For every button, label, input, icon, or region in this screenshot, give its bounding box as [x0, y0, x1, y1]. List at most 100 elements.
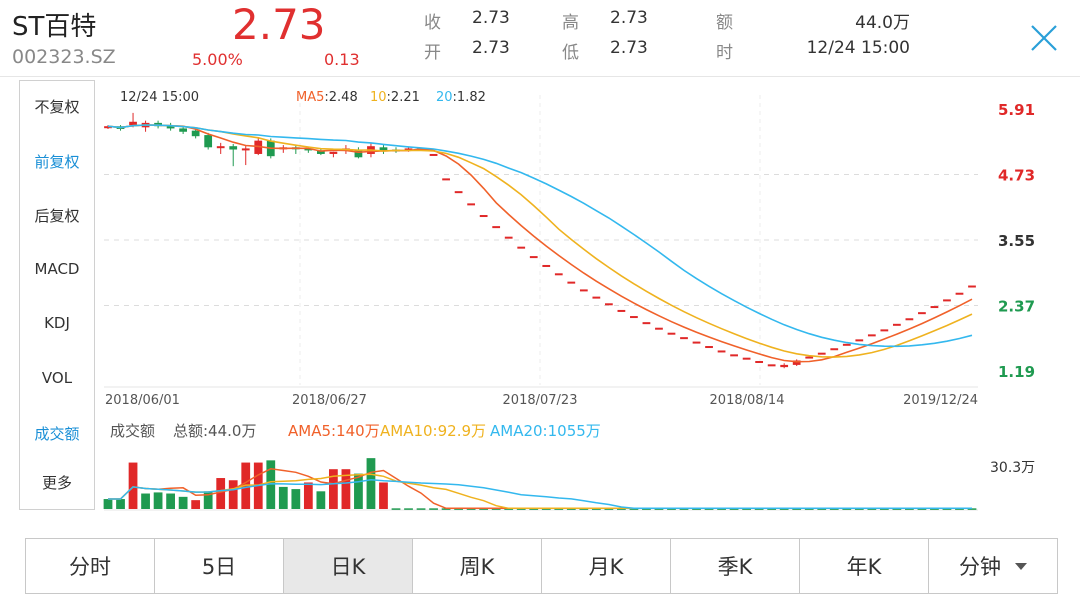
- candle-body: [817, 352, 826, 355]
- candle-body: [705, 346, 713, 349]
- candle-body: [129, 121, 137, 126]
- volume-bar: [303, 482, 313, 509]
- volume-bar: [141, 493, 150, 509]
- candle-body: [767, 364, 776, 367]
- candle-body: [780, 364, 789, 368]
- y-tick-label: 1.19: [998, 363, 1035, 381]
- candle-body: [617, 309, 626, 312]
- candle-body: [442, 178, 450, 181]
- tab-5day[interactable]: 5日: [155, 539, 284, 593]
- candle-body: [730, 354, 738, 357]
- tab-weekly-k[interactable]: 周K: [413, 539, 542, 593]
- candle-body: [204, 135, 213, 148]
- tab-intraday-label: 分时: [69, 555, 111, 579]
- volume-bar: [128, 462, 138, 509]
- volume-bar: [316, 491, 326, 509]
- candle-body: [830, 348, 839, 351]
- candle-body: [667, 332, 676, 335]
- candle-body: [179, 128, 188, 132]
- y-tick-label: 5.91: [998, 101, 1035, 119]
- y-tick-label: 4.73: [998, 167, 1035, 185]
- volume-bar: [103, 499, 113, 509]
- candle-body: [554, 273, 563, 276]
- candle-body: [429, 153, 438, 156]
- candle-body: [930, 306, 939, 309]
- tab-5day-label: 5日: [201, 555, 237, 579]
- ama-legend-item: AMA20:1055万: [490, 422, 601, 440]
- ama-legend-item: AMA5:140万: [288, 422, 380, 440]
- candle-body: [229, 146, 238, 150]
- candle-body: [955, 292, 964, 295]
- volume-bar: [354, 473, 363, 509]
- candle-body: [717, 350, 726, 353]
- candle-body: [216, 146, 225, 149]
- candle-body: [755, 361, 764, 364]
- volume-title: 成交额: [110, 422, 155, 440]
- tab-daily-k-label: 日K: [330, 555, 366, 579]
- chevron-down-icon: [1015, 562, 1027, 570]
- candle-body: [943, 299, 951, 302]
- x-tick-label: 2018/06/01: [105, 393, 180, 408]
- tab-yearly-k[interactable]: 年K: [800, 539, 929, 593]
- candle-body: [905, 318, 914, 321]
- volume-bar: [116, 499, 125, 509]
- kline-chart[interactable]: 5.91 4.73 3.55 2.37 1.19 2018/06/01 2018/06/27…: [0, 0, 1080, 520]
- candle-body: [479, 215, 488, 218]
- tab-minute[interactable]: 分钟: [929, 539, 1057, 593]
- x-tick-label: 2019/12/24: [903, 393, 978, 408]
- candle-body: [867, 334, 876, 337]
- ama10-line: [108, 473, 972, 510]
- ma-legend-item: MA5:2.48: [296, 90, 358, 105]
- candle-body: [880, 329, 889, 332]
- candle-body: [680, 337, 688, 340]
- tab-quarterly-k-label: 季K: [717, 555, 753, 579]
- tab-monthly-k-label: 月K: [588, 555, 624, 579]
- volume-bar: [191, 500, 201, 509]
- candle-body: [504, 236, 513, 239]
- candle-body: [329, 151, 338, 154]
- candle-body: [454, 191, 463, 194]
- candle-body: [655, 327, 663, 330]
- tab-intraday[interactable]: 分时: [26, 539, 155, 593]
- chart-date-label: 12/24 15:00: [120, 90, 199, 105]
- x-tick-label: 2018/06/27: [292, 393, 367, 408]
- candle-body: [529, 256, 538, 259]
- candle-body: [191, 130, 200, 137]
- candle-body: [630, 316, 638, 319]
- tab-minute-label: 分钟: [959, 555, 1001, 579]
- volume-bar: [278, 486, 288, 509]
- tab-daily-k[interactable]: 日K: [284, 539, 413, 593]
- candle-body: [517, 246, 526, 249]
- volume-max-label: 30.3万: [990, 460, 1035, 476]
- candle-body: [467, 203, 476, 206]
- volume-bar: [153, 492, 163, 509]
- volume-bar: [216, 478, 226, 509]
- candle-body: [492, 226, 501, 229]
- volume-bar: [404, 508, 413, 510]
- candle-body: [692, 341, 701, 344]
- y-tick-label: 3.55: [998, 232, 1035, 250]
- tab-monthly-k[interactable]: 月K: [542, 539, 671, 593]
- volume-bar: [178, 496, 188, 509]
- volume-total: 总额:44.0万: [173, 422, 256, 440]
- tab-quarterly-k[interactable]: 季K: [671, 539, 800, 593]
- volume-bar: [416, 508, 426, 510]
- candle-body: [592, 296, 601, 299]
- volume-bar: [391, 508, 401, 510]
- ma-legend-item: 20:1.82: [436, 90, 486, 105]
- volume-bar: [166, 493, 175, 509]
- candle-body: [604, 303, 613, 306]
- candle-body: [805, 356, 814, 359]
- volume-bar: [429, 508, 438, 510]
- candle-body: [579, 289, 588, 292]
- tab-yearly-k-label: 年K: [846, 555, 882, 579]
- volume-bar: [379, 482, 388, 509]
- candle-body: [542, 264, 551, 267]
- ma-legend-item: 10:2.21: [370, 90, 420, 105]
- candle-body: [968, 285, 976, 288]
- ama-legend-item: AMA10:92.9万: [380, 422, 486, 440]
- candle-body: [742, 357, 751, 360]
- tab-weekly-k-label: 周K: [459, 555, 495, 579]
- volume-bar: [291, 489, 301, 509]
- ama20-line: [108, 478, 972, 510]
